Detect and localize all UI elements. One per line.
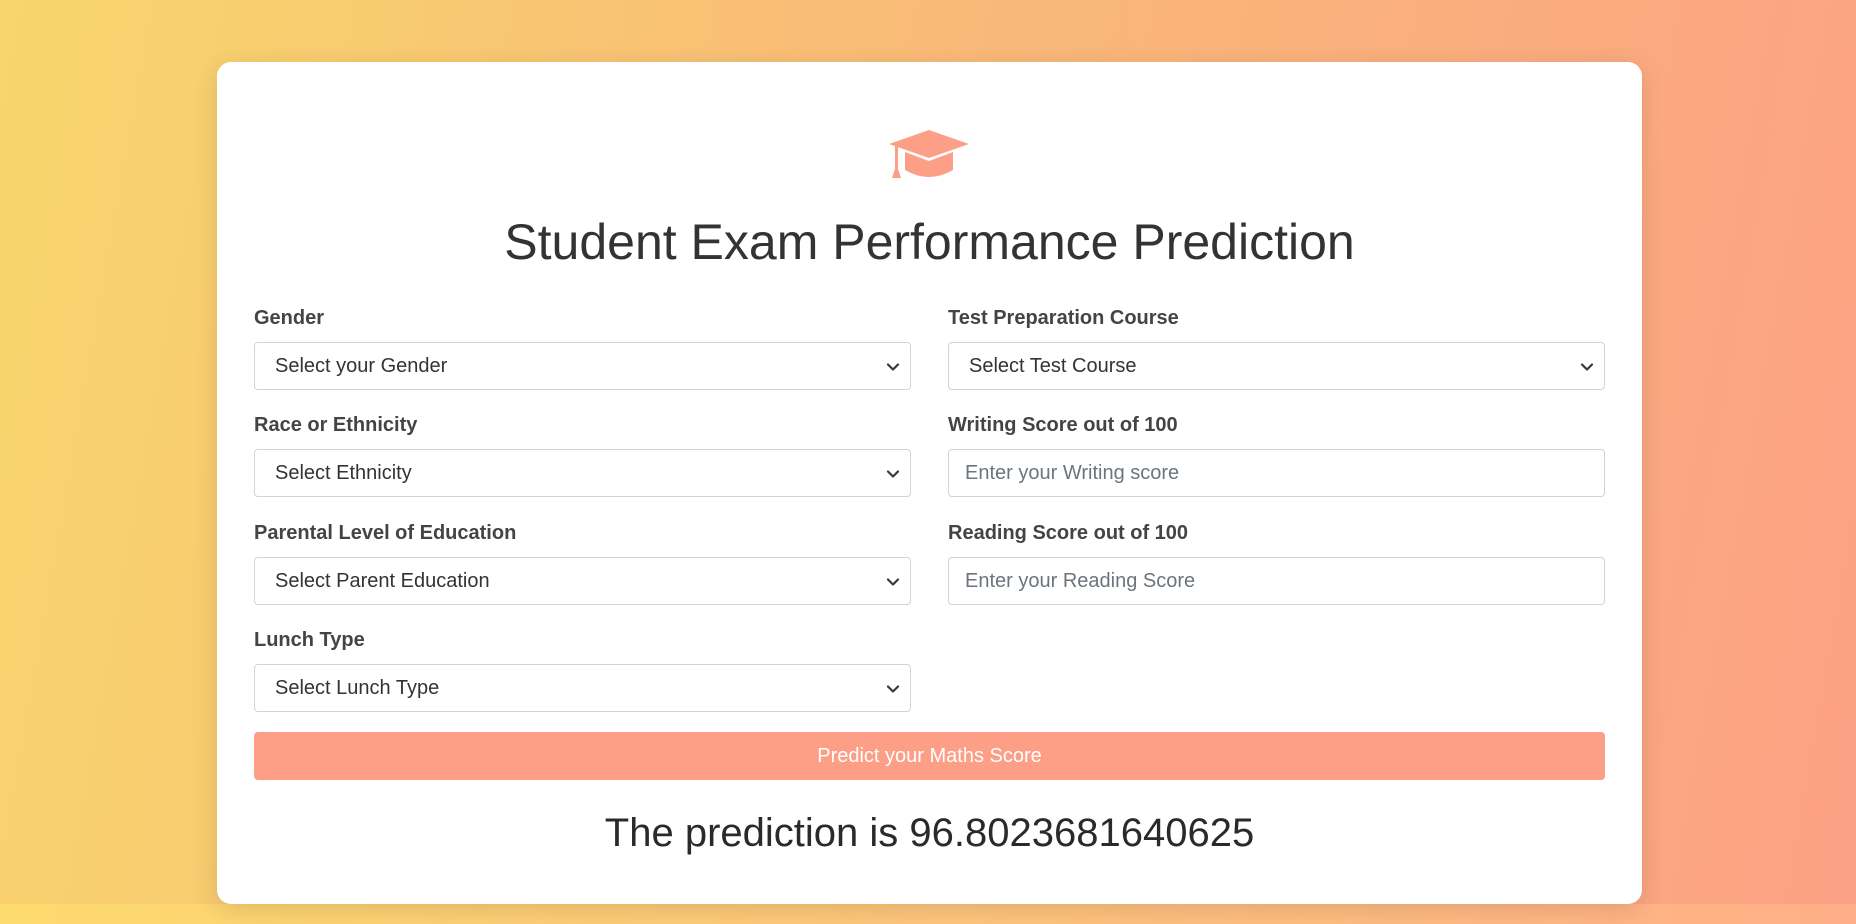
test-prep-select-value: Select Test Course bbox=[969, 355, 1137, 377]
chevron-down-icon bbox=[886, 470, 900, 478]
ethnicity-select-value: Select Ethnicity bbox=[275, 462, 412, 484]
gender-select-value: Select your Gender bbox=[275, 355, 448, 377]
parental-education-select[interactable]: Select Parent Education bbox=[254, 557, 911, 605]
parental-education-field: Parental Level of Education Select Paren… bbox=[254, 521, 911, 605]
gender-label: Gender bbox=[254, 307, 325, 329]
writing-score-input[interactable]: Enter your Writing score bbox=[948, 449, 1605, 497]
test-prep-label: Test Preparation Course bbox=[948, 307, 1179, 329]
test-prep-field: Test Preparation Course Select Test Cour… bbox=[948, 306, 1605, 390]
parental-education-label: Parental Level of Education bbox=[254, 522, 517, 544]
parental-education-select-value: Select Parent Education bbox=[275, 570, 490, 592]
gender-field: Gender Select your Gender bbox=[254, 306, 911, 390]
test-prep-select[interactable]: Select Test Course bbox=[948, 342, 1605, 390]
reading-score-label: Reading Score out of 100 bbox=[948, 522, 1189, 544]
lunch-field: Lunch Type Select Lunch Type bbox=[254, 628, 911, 712]
graduation-cap-icon bbox=[889, 130, 969, 178]
chevron-down-icon bbox=[1580, 363, 1594, 371]
chevron-down-icon bbox=[886, 363, 900, 371]
writing-score-placeholder: Enter your Writing score bbox=[965, 462, 1180, 484]
ethnicity-label: Race or Ethnicity bbox=[254, 414, 418, 436]
reading-score-placeholder: Enter your Reading Score bbox=[965, 570, 1196, 592]
gender-select[interactable]: Select your Gender bbox=[254, 342, 911, 390]
prediction-result: The prediction is 96.8023681640625 bbox=[604, 811, 1255, 855]
reading-score-input[interactable]: Enter your Reading Score bbox=[948, 557, 1605, 605]
reading-score-field: Reading Score out of 100 Enter your Read… bbox=[948, 521, 1605, 605]
lunch-select-value: Select Lunch Type bbox=[275, 677, 440, 699]
ethnicity-field: Race or Ethnicity Select Ethnicity bbox=[254, 413, 911, 497]
ethnicity-select[interactable]: Select Ethnicity bbox=[254, 449, 911, 497]
page-background-strip bbox=[0, 904, 1856, 924]
chevron-down-icon bbox=[886, 578, 900, 586]
page-title: Student Exam Performance Prediction bbox=[504, 214, 1355, 270]
chevron-down-icon bbox=[886, 685, 900, 693]
writing-score-field: Writing Score out of 100 Enter your Writ… bbox=[948, 413, 1605, 497]
lunch-label: Lunch Type bbox=[254, 629, 365, 651]
lunch-select[interactable]: Select Lunch Type bbox=[254, 664, 911, 712]
writing-score-label: Writing Score out of 100 bbox=[948, 414, 1178, 436]
predict-button[interactable]: Predict your Maths Score bbox=[254, 732, 1605, 780]
